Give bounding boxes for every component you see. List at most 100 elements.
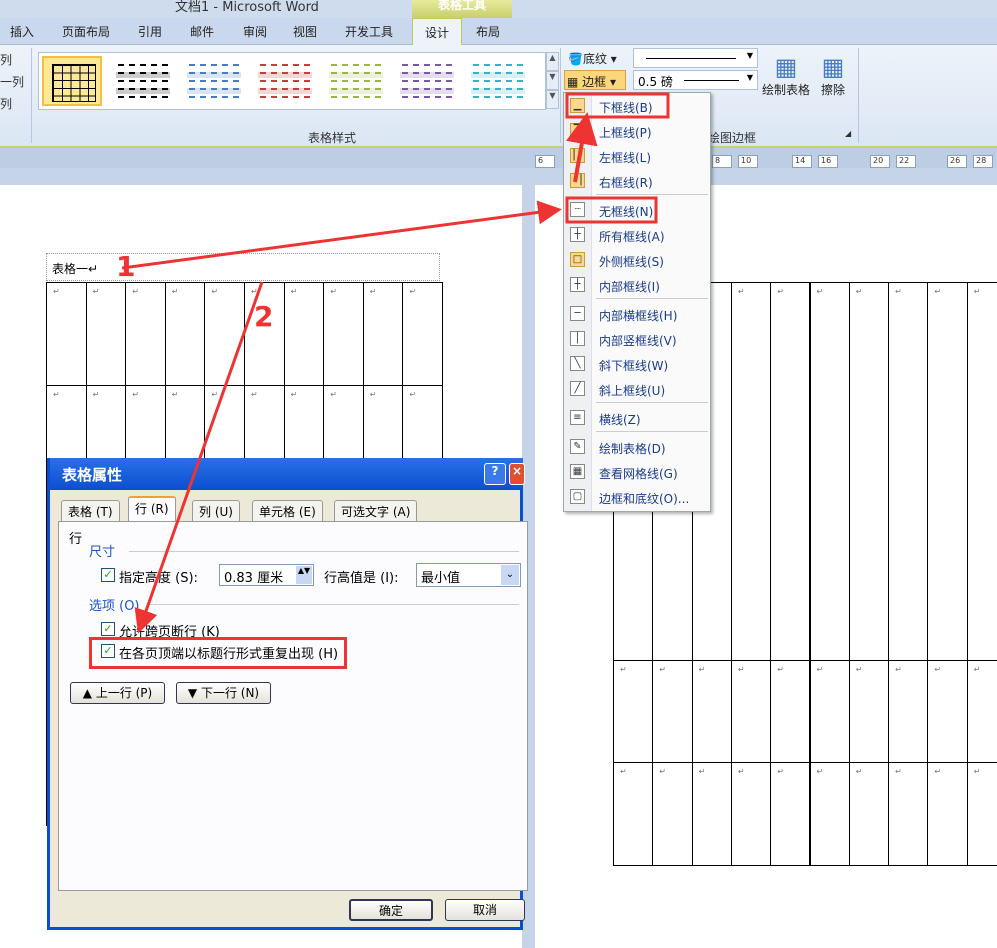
spinner-icon[interactable]: ▲▼ [296, 566, 312, 584]
table-cell[interactable]: ↵ [613, 660, 654, 763]
table-cell[interactable]: ↵ [652, 660, 693, 763]
table-cell[interactable]: ↵ [125, 385, 166, 466]
table-cell[interactable]: ↵ [848, 660, 890, 763]
table-cell[interactable]: ↵ [125, 282, 166, 386]
previous-row-button[interactable]: ▲ 上一行 (P) [70, 682, 165, 704]
table-cell[interactable]: ↵ [691, 660, 732, 763]
tab-cell[interactable]: 单元格 (E) [252, 500, 323, 521]
menu-item-diagonal-down-border[interactable]: ╲ 斜下框线(W) [564, 352, 710, 376]
tab-row[interactable]: 行 (R) [128, 496, 176, 522]
tab-table[interactable]: 表格 (T) [61, 500, 120, 521]
menu-item-no-border[interactable]: ┈ 无框线(N) [564, 198, 710, 222]
table-cell[interactable]: ↵ [848, 762, 890, 866]
table-style-option[interactable] [255, 56, 315, 106]
tab-layout[interactable]: 布局 [476, 23, 500, 40]
ok-button[interactable]: 确定 [349, 899, 433, 921]
menu-item-outside-borders[interactable]: □ 外侧框线(S) [564, 248, 710, 272]
menu-item-left-border[interactable]: ▏ 左框线(L) [564, 144, 710, 168]
specify-height-checkbox[interactable]: ✓ [101, 568, 115, 582]
line-weight-dropdown[interactable]: 0.5 磅 ▼ [633, 70, 758, 90]
allow-row-break-checkbox[interactable]: ✓ [101, 622, 115, 636]
table-cell[interactable]: ↵ [927, 660, 968, 763]
table-cell[interactable]: ↵ [85, 282, 127, 386]
line-style-dropdown[interactable]: ▼ [633, 48, 758, 68]
table-cell[interactable]: ↵ [164, 385, 206, 466]
table-cell[interactable]: ↵ [204, 282, 245, 386]
tab-insert[interactable]: 插入 [10, 23, 34, 40]
table-cell[interactable]: ↵ [927, 762, 968, 866]
table-cell[interactable]: ↵ [691, 762, 732, 866]
table-cell[interactable]: ↵ [888, 762, 929, 866]
menu-item-right-border[interactable]: ▕ 右框线(R) [564, 169, 710, 193]
table-cell[interactable]: ↵ [888, 660, 929, 763]
table-cell[interactable]: ↵ [85, 385, 127, 466]
table-cell[interactable]: ↵ [730, 762, 772, 866]
option-partial-1[interactable]: 列 [0, 51, 12, 68]
table-cell[interactable]: ↵ [46, 385, 87, 466]
table-cell[interactable]: ↵ [809, 660, 850, 763]
tab-view[interactable]: 视图 [293, 23, 317, 40]
dialog-launcher-icon[interactable]: ◢ [845, 129, 851, 138]
table-style-option[interactable] [397, 56, 457, 106]
menu-item-all-borders[interactable]: ┼ 所有框线(A) [564, 223, 710, 247]
table-cell[interactable]: ↵ [362, 385, 404, 466]
tab-mailings[interactable]: 邮件 [190, 23, 214, 40]
gallery-more[interactable]: ▼ [546, 90, 559, 109]
tab-design[interactable]: 设计 [412, 18, 463, 46]
table-style-option[interactable] [113, 56, 173, 106]
draw-table-button[interactable]: ▦ 绘制表格 [760, 53, 812, 98]
close-button[interactable]: × [509, 463, 525, 485]
tab-developer[interactable]: 开发工具 [345, 23, 393, 40]
tab-review[interactable]: 审阅 [243, 23, 267, 40]
table-cell[interactable]: ↵ [652, 762, 693, 866]
table-style-option[interactable] [42, 56, 102, 106]
table-cell[interactable]: ↵ [362, 282, 404, 386]
table-cell[interactable]: ↵ [966, 282, 997, 661]
menu-item-inside-horizontal-border[interactable]: ─ 内部横框线(H) [564, 302, 710, 326]
shading-button[interactable]: 🪣底纹 ▾ [568, 50, 617, 67]
menu-item-diagonal-up-border[interactable]: ╱ 斜上框线(U) [564, 377, 710, 401]
table-cell[interactable]: ↵ [966, 762, 997, 866]
tab-alt-text[interactable]: 可选文字 (A) [334, 500, 418, 521]
tab-page-layout[interactable]: 页面布局 [62, 23, 110, 40]
table-style-option[interactable] [184, 56, 244, 106]
menu-item-draw-table[interactable]: ✎ 绘制表格(D) [564, 435, 710, 459]
table-cell[interactable]: ↵ [244, 385, 285, 466]
table-cell[interactable]: ↵ [770, 660, 811, 763]
borders-button[interactable]: ▦ 边框 ▾ [564, 70, 626, 90]
menu-item-top-border[interactable]: ▔ 上框线(P) [564, 119, 710, 143]
table-cell[interactable]: ↵ [770, 762, 811, 866]
menu-item-bottom-border[interactable]: ▁ 下框线(B) [564, 94, 710, 118]
tab-references[interactable]: 引用 [138, 23, 162, 40]
eraser-button[interactable]: ▦ 擦除 [815, 53, 851, 98]
table-cell[interactable]: ↵ [613, 762, 654, 866]
table-cell[interactable]: ↵ [402, 385, 443, 466]
table-cell[interactable]: ↵ [966, 660, 997, 763]
gallery-scroll-up[interactable]: ▲ [546, 52, 559, 71]
table-cell[interactable]: ↵ [402, 282, 443, 386]
table-cell[interactable]: ↵ [730, 282, 772, 661]
horizontal-ruler[interactable]: 6 8 10 14 16 20 22 26 28 [0, 148, 997, 168]
table-cell[interactable]: ↵ [323, 282, 364, 386]
table-cell[interactable]: ↵ [283, 385, 325, 466]
table-cell[interactable]: ↵ [164, 282, 206, 386]
cancel-button[interactable]: 取消 [445, 899, 525, 921]
table-style-option[interactable] [326, 56, 386, 106]
table-cell[interactable]: ↵ [927, 282, 968, 661]
table-cell[interactable]: ↵ [46, 282, 87, 386]
help-button[interactable]: ? [484, 463, 506, 485]
next-row-button[interactable]: ▼ 下一行 (N) [176, 682, 271, 704]
table-style-option[interactable] [468, 56, 528, 106]
menu-item-borders-shading[interactable]: ▢ 边框和底纹(O)... [564, 485, 710, 509]
table-caption[interactable]: 表格一↵ [46, 253, 440, 281]
table-cell[interactable]: ↵ [204, 385, 245, 466]
row-height-select[interactable]: 最小值 ⌄ [416, 563, 521, 587]
option-partial-2[interactable]: 一列 [0, 73, 24, 90]
table-cell[interactable]: ↵ [730, 660, 772, 763]
menu-item-inside-borders[interactable]: ┼ 内部框线(I) [564, 273, 710, 297]
table-cell[interactable]: ↵ [809, 282, 850, 661]
table-cell[interactable]: ↵ [848, 282, 890, 661]
table-cell[interactable]: ↵ [888, 282, 929, 661]
menu-item-view-gridlines[interactable]: ▦ 查看网格线(G) [564, 460, 710, 484]
option-partial-3[interactable]: 列 [0, 95, 12, 112]
